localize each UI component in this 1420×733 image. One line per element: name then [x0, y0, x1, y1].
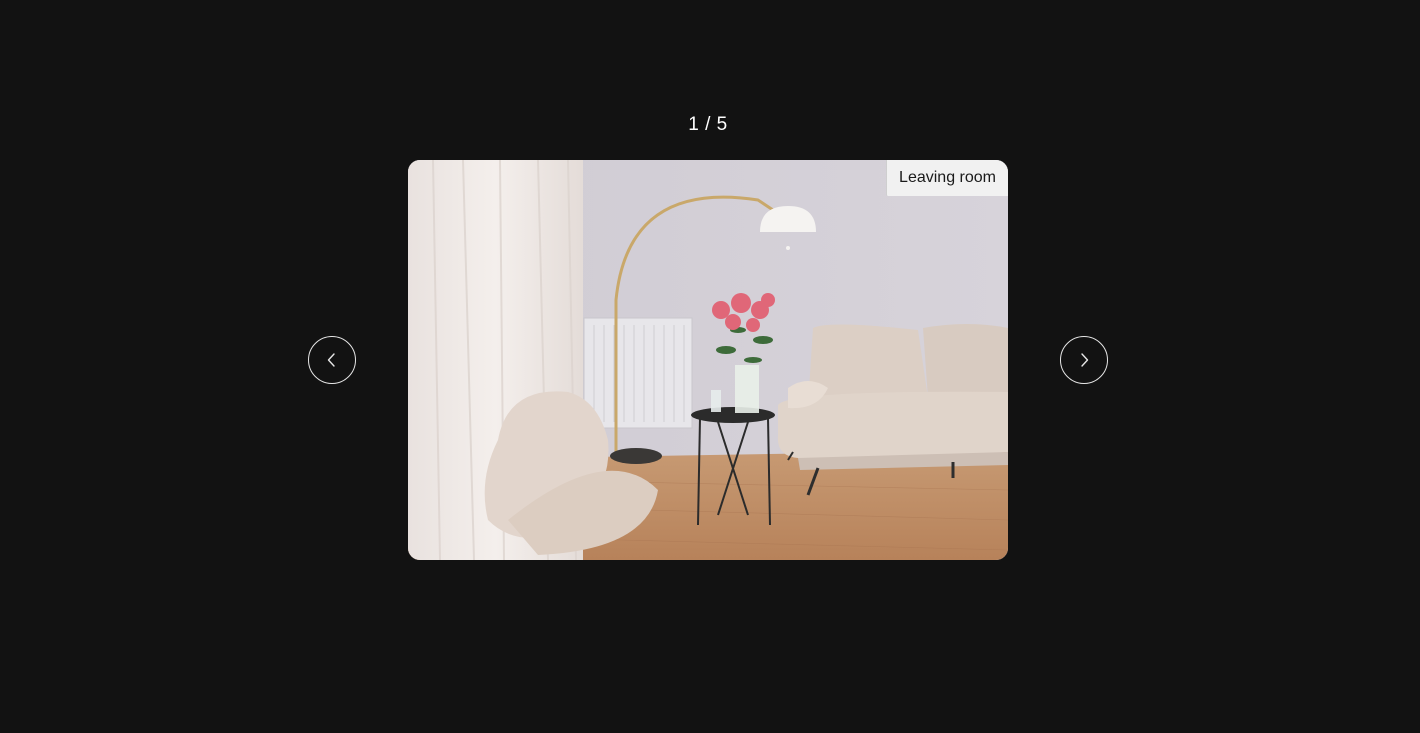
- photo-caption: Leaving room: [886, 160, 1008, 196]
- gallery-photo[interactable]: Leaving room: [408, 160, 1008, 560]
- chevron-right-icon: [1077, 353, 1091, 367]
- previous-button[interactable]: [308, 336, 356, 384]
- next-button[interactable]: [1060, 336, 1108, 384]
- chevron-left-icon: [325, 353, 339, 367]
- lightbox: 1 / 5 Leaving room: [0, 0, 1420, 733]
- slide-counter: 1 / 5: [688, 114, 728, 135]
- living-room-image: [408, 160, 1008, 560]
